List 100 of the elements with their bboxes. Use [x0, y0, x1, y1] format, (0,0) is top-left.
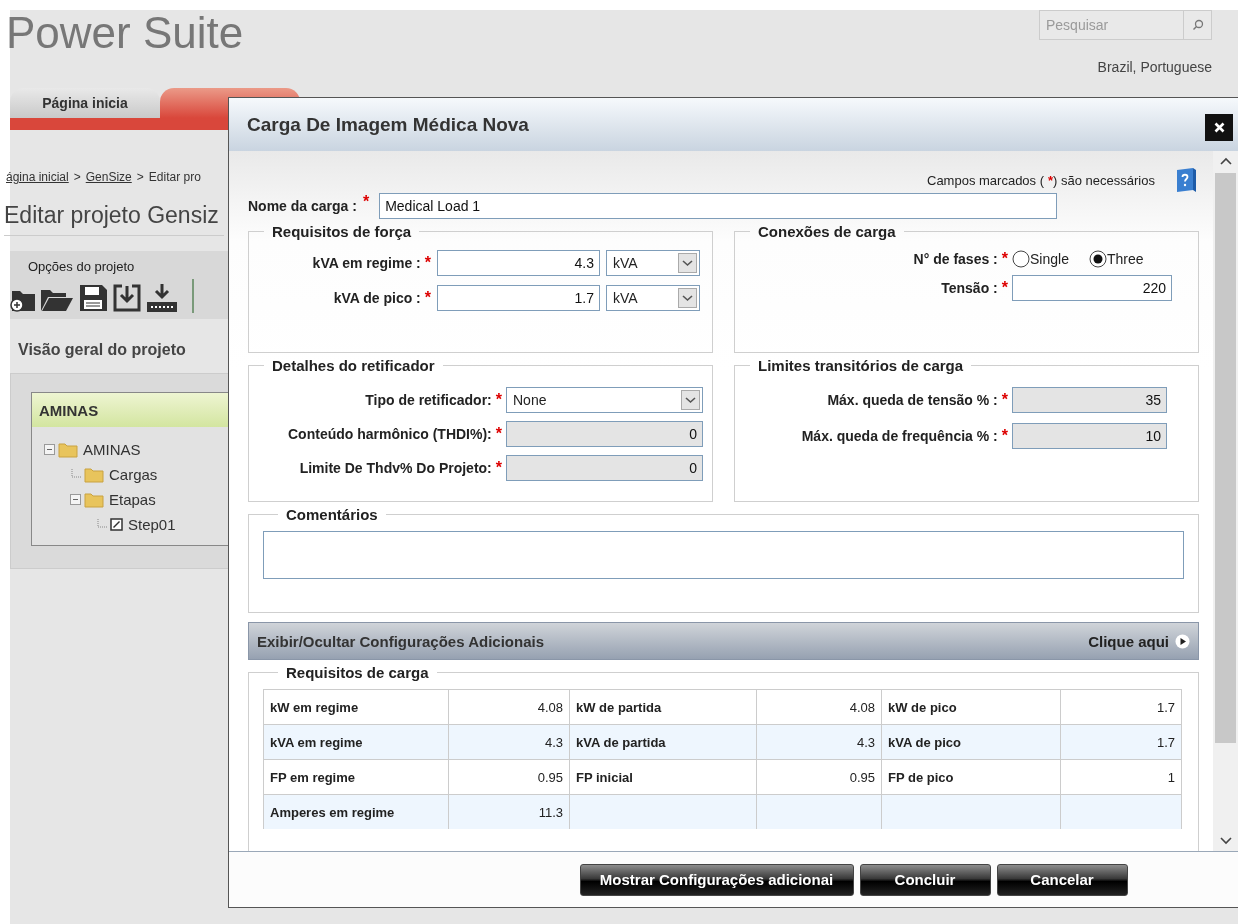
row-label: FP inicial [576, 769, 633, 785]
locale-link[interactable]: Brazil, Portuguese [1097, 59, 1212, 75]
scroll-down-icon[interactable] [1219, 837, 1232, 845]
section-title: Requisitos de força [271, 223, 413, 240]
row-value: 4.08 [849, 699, 875, 715]
row-label: Amperes em regime [270, 804, 395, 820]
dropdown-icon [681, 390, 700, 410]
row-label: FP de pico [888, 769, 954, 785]
dialog-button[interactable]: Cancelar [996, 863, 1128, 896]
voltage-input[interactable]: 220 [1012, 275, 1172, 301]
import-icon[interactable] [112, 283, 142, 313]
tree-connector-icon [96, 519, 107, 530]
row-label: kW em regime [270, 699, 359, 715]
field-label: kVA de pico : [333, 290, 421, 306]
comments-input[interactable] [263, 531, 1184, 579]
play-icon[interactable] [1175, 633, 1190, 649]
row-value: 1 [1167, 769, 1175, 785]
field-label: Máx. queda de frequência % : [801, 428, 998, 444]
rectifier-select[interactable]: None [506, 387, 703, 413]
search-field[interactable]: Pesquisar [1039, 10, 1184, 40]
breadcrumb-separator: > [73, 170, 81, 184]
field-label: Conteúdo harmônico (THDI%): [288, 426, 492, 442]
required-mark: * [1001, 391, 1008, 408]
section-title: Visão geral do projeto [18, 341, 186, 359]
options-title: Opções do projeto [28, 259, 135, 274]
number-input[interactable]: 1.7 [437, 285, 600, 311]
expand-link[interactable]: Clique aqui [1088, 632, 1169, 650]
save-icon[interactable] [78, 283, 108, 313]
search-button[interactable] [1184, 10, 1212, 40]
download-icon[interactable] [146, 283, 178, 313]
section-title: Requisitos de carga [285, 664, 430, 681]
row-value: 4.3 [544, 734, 563, 750]
row-label: FP em regime [270, 769, 356, 785]
breadcrumb-current: Editar pro [148, 170, 201, 184]
folder-icon [84, 466, 104, 483]
page-title: Editar projeto Gensiz [4, 202, 224, 236]
row-label: kVA de partida [576, 734, 666, 750]
field-label: Tensão : [941, 280, 998, 296]
search-icon [1191, 19, 1204, 31]
row-value: 0.95 [849, 769, 875, 785]
logo-text: Power Suite [6, 10, 244, 59]
field-label: Máx. queda de tensão % : [827, 392, 998, 408]
number-input[interactable]: 4.3 [437, 250, 600, 276]
scrollbar[interactable] [1213, 151, 1238, 851]
field-label: Nome da carga : [248, 198, 357, 214]
unit-select[interactable]: kVA [606, 250, 700, 276]
dialog-title: Carga De Imagem Médica Nova [247, 113, 529, 136]
row-label: kW de pico [888, 699, 957, 715]
row-label: kW de partida [576, 699, 662, 715]
radio-option[interactable]: Three [1088, 250, 1144, 268]
tree-item[interactable]: Step01 [128, 516, 176, 533]
required-mark: * [1001, 427, 1008, 444]
section-title: Conexões de carga [757, 223, 897, 240]
tree-item[interactable]: AMINAS [83, 441, 141, 458]
row-value: 4.3 [856, 734, 875, 750]
dialog-button[interactable]: Mostrar Configurações adicionai [579, 863, 854, 896]
row-value: 4.08 [537, 699, 563, 715]
field-label: Limite De Thdv% Do Projeto: [299, 460, 492, 476]
required-mark: * [424, 254, 431, 271]
section-title: Limites transitórios de carga [757, 357, 965, 374]
required-mark: * [362, 193, 370, 211]
row-label: kVA em regime [270, 734, 363, 750]
scroll-up-icon[interactable] [1219, 157, 1232, 165]
field-label: Tipo de retificador: [365, 392, 492, 408]
required-mark: * [1001, 279, 1008, 296]
tree-connector-icon [70, 469, 81, 480]
toggle-bar[interactable]: Exibir/Ocultar Configurações Adicionais Clique aqui [248, 622, 1199, 660]
dialog-button[interactable]: Concluir [859, 863, 991, 896]
unit-select[interactable]: kVA [606, 285, 700, 311]
tree-item[interactable]: Etapas [109, 491, 156, 508]
breadcrumb-link[interactable]: GenSize [85, 170, 132, 184]
row-value: 11.3 [538, 804, 563, 820]
required-mark: * [495, 425, 502, 442]
required-note: Campos marcados ( *) são necessários [927, 172, 1155, 188]
radio-option[interactable]: Single [1012, 250, 1069, 268]
folder-icon [58, 441, 78, 458]
required-mark: * [1001, 250, 1008, 267]
field-label: N° de fases : [913, 251, 998, 267]
help-icon[interactable] [1175, 167, 1197, 193]
close-button[interactable] [1205, 114, 1233, 141]
field-label: kVA em regime : [312, 255, 421, 271]
section-title: Comentários [285, 506, 379, 523]
row-value: 1.7 [1156, 734, 1175, 750]
collapse-icon[interactable] [70, 494, 81, 505]
folder-icon [84, 491, 104, 508]
breadcrumb-separator: > [136, 170, 144, 184]
dropdown-icon [678, 288, 697, 308]
required-mark: * [495, 391, 502, 408]
row-value: 0.95 [537, 769, 563, 785]
close-icon [1213, 122, 1225, 133]
step-icon [110, 518, 123, 531]
breadcrumb-link[interactable]: ágina inicial [6, 170, 69, 184]
collapse-icon[interactable] [44, 444, 55, 455]
required-mark: * [495, 459, 502, 476]
name-input[interactable]: Medical Load 1 [379, 193, 1058, 219]
dropdown-icon [678, 253, 697, 273]
row-label: kVA de pico [888, 734, 961, 750]
tree-item[interactable]: Cargas [109, 466, 158, 483]
section-title: Detalhes do retificador [271, 357, 436, 374]
required-mark: * [424, 289, 431, 306]
